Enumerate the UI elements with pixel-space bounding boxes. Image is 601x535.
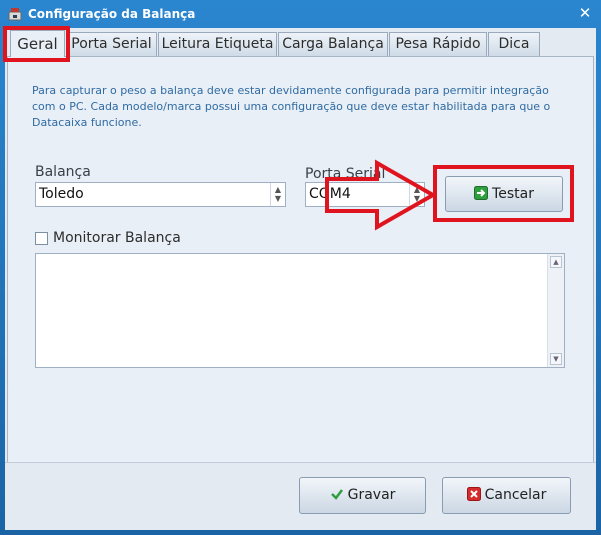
balanca-spin-icon[interactable]: ▲ ▼: [270, 183, 285, 206]
annotation-box-test-button: [433, 165, 574, 222]
tab-leitura-etiqueta[interactable]: Leitura Etiqueta: [158, 32, 277, 56]
window-title: Configuração da Balança: [28, 7, 196, 21]
tab-porta-serial[interactable]: Porta Serial: [66, 32, 157, 56]
monitor-checkbox[interactable]: [35, 232, 48, 245]
cancel-button-label: Cancelar: [484, 487, 547, 503]
tab-bar: Geral Porta Serial Leitura Etiqueta Carg…: [5, 30, 596, 57]
description-text: Para capturar o peso a balança deve esta…: [32, 84, 551, 129]
memo-scrollbar[interactable]: ▲ ▼: [547, 254, 564, 367]
cancel-button[interactable]: Cancelar: [442, 477, 571, 514]
dialog-footer: Gravar Cancelar: [5, 462, 596, 530]
tab-pesa-rapido[interactable]: Pesa Rápido: [389, 32, 487, 56]
tab-geral[interactable]: Geral: [10, 30, 65, 57]
balanca-select[interactable]: Toledo ▲ ▼: [35, 182, 286, 207]
monitor-label[interactable]: Monitorar Balança: [53, 230, 181, 246]
scale-app-icon: [8, 8, 22, 21]
config-window: Configuração da Balança ✕ Geral Porta Se…: [0, 0, 601, 535]
annotation-arrow-icon: [325, 159, 437, 231]
save-button[interactable]: Gravar: [299, 477, 426, 514]
scroll-down-icon[interactable]: ▼: [550, 353, 562, 365]
scroll-up-icon[interactable]: ▲: [550, 256, 562, 268]
tab-carga-balanca[interactable]: Carga Balança: [278, 32, 388, 56]
dialog-client-area: Geral Porta Serial Leitura Etiqueta Carg…: [3, 26, 596, 530]
balanca-label: Balança: [35, 164, 91, 180]
balanca-value: Toledo: [39, 186, 84, 202]
checkmark-icon: [330, 489, 343, 500]
cancel-icon: [466, 487, 481, 501]
save-button-label: Gravar: [347, 487, 396, 503]
tab-dica[interactable]: Dica: [488, 32, 540, 56]
title-bar[interactable]: Configuração da Balança ✕: [0, 0, 601, 28]
close-icon[interactable]: ✕: [577, 5, 593, 21]
monitor-output-memo[interactable]: ▲ ▼: [35, 253, 565, 368]
